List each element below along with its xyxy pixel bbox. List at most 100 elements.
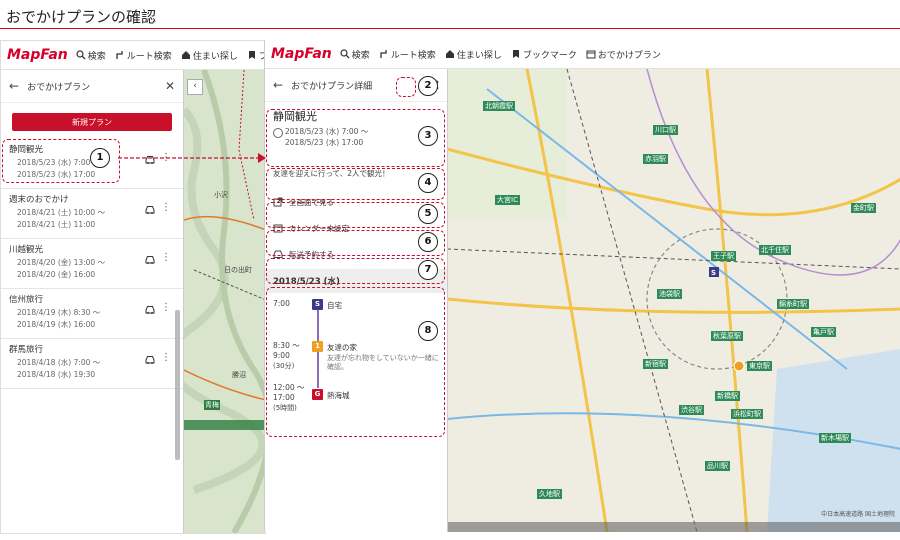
map-credit: 中日本高速道路 国土地理院 [821,511,895,518]
search-icon [340,49,350,59]
plan-end: 2018/4/19 (木) 16:00 [17,320,96,329]
back-arrow-icon[interactable]: ← [273,78,283,92]
more-menu-icon[interactable]: ⋮ [161,352,171,363]
nav-housing-label: 住まい探し [192,51,238,62]
more-menu-icon[interactable]: ⋮ [161,202,171,213]
calendar-icon [586,50,596,59]
terrain-label: 日の出町 [224,266,252,274]
mapfan-logo[interactable]: MapFan [271,46,332,62]
map-station-label: 秋葉原駅 [711,331,743,341]
car-icon[interactable] [145,305,155,314]
city-map[interactable]: S 北朝霞駅 赤羽駅 川口駅 大宮IC 王子駅 池袋駅 新宿駅 秋葉原駅 東京駅… [447,69,900,532]
city-map-graphic: S [447,69,900,532]
map-station-label: 北朝霞駅 [483,101,515,111]
map-bottom-bar [447,522,900,532]
nav-housing[interactable]: 住まい探し [181,49,238,62]
plan-end: 2018/4/21 (土) 11:00 [17,220,96,229]
terrain-label: 小沢 [214,191,228,199]
callout-number: 4 [418,173,438,193]
map-station-label: 亀戸駅 [811,327,836,337]
plan-list-title: おでかけプラン [27,82,91,93]
map-station-label: 浜松町駅 [731,409,763,419]
terrain-map-graphic [184,70,265,533]
plan-detail-title: おでかけプラン詳細 [291,81,373,92]
nav-route[interactable]: ルート検索 [115,49,172,62]
callout-number: 6 [418,232,438,252]
route-icon [380,50,387,58]
map-station-label: 北千住駅 [759,245,791,255]
map-station-label: 金町駅 [851,203,876,213]
nav-outing-plan[interactable]: おでかけプラン [586,48,661,61]
map-station-label: 新宿駅 [643,359,668,369]
bookmark-icon [248,51,255,59]
map-station-label: 大宮IC [495,195,520,205]
house-icon [445,50,454,58]
title-divider [0,28,900,29]
new-plan-button[interactable]: 新規プラン [12,113,172,131]
callout-number: 2 [418,76,438,96]
car-icon[interactable] [145,355,155,364]
nav-outing-plan-label: おでかけプラン [597,50,661,61]
map-station-label: 赤羽駅 [643,154,668,164]
plan-name: 群馬旅行 [9,345,44,355]
search-icon [76,50,86,60]
callout-box-share [396,77,416,97]
nav-bookmark[interactable]: ブックマーク [511,48,577,61]
callout-box-schedule [266,287,445,437]
route-icon [116,51,123,59]
map-station-label: 渋谷駅 [679,405,704,415]
callout-number: 8 [418,321,438,341]
car-icon[interactable] [145,255,155,264]
plan-end: 2018/4/20 (金) 16:00 [17,270,96,279]
map-station-label: 錦糸町駅 [777,299,809,309]
more-menu-icon[interactable]: ⋮ [161,302,171,313]
page-title: おでかけプランの確認 [6,8,157,26]
car-icon[interactable] [145,205,155,214]
plan-end: 2018/4/18 (水) 19:30 [17,370,96,379]
svg-text:S: S [711,269,716,277]
top-navigation: MapFan 検索 ルート検索 住まい探し ブックマーク おでかけプラン [265,40,900,69]
plan-item[interactable]: 週末のおでかけ 2018/4/21 (土) 10:00 ～ 2018/4/21 … [1,189,183,239]
nav-search[interactable]: 検索 [76,49,106,62]
map-station-label: 川口駅 [653,125,678,135]
more-menu-icon[interactable]: ⋮ [161,252,171,263]
house-icon [181,51,190,59]
nav-route-label: ルート検索 [126,51,172,62]
plan-list-header: ← おでかけプラン ✕ [1,70,183,103]
nav-search-label: 検索 [87,51,106,62]
callout-number: 3 [418,126,438,146]
map-station-label: 王子駅 [711,251,736,261]
terrain-map[interactable]: 小沢 日の出町 青梅 勝沼 [184,70,265,533]
nav-route[interactable]: ルート検索 [379,48,436,61]
plan-item[interactable]: 川越観光 2018/4/20 (金) 13:00 ～ 2018/4/20 (金)… [1,239,183,289]
collapse-panel-button[interactable]: ‹ [187,79,203,95]
map-station-label: 東京駅 [747,361,772,371]
terrain-label: 勝沼 [232,371,246,379]
map-station-label: 池袋駅 [657,289,682,299]
nav-route-label: ルート検索 [390,50,436,61]
nav-housing-label: 住まい探し [456,50,502,61]
nav-search[interactable]: 検索 [340,48,370,61]
terrain-label: 青梅 [204,400,220,410]
callout-number: 7 [418,260,438,280]
mapfan-logo[interactable]: MapFan [7,47,68,63]
plan-list-window: MapFan 検索 ルート検索 住まい探し ブックマーク 小沢 日の出町 青梅 … [0,40,266,534]
plan-item[interactable]: 群馬旅行 2018/4/18 (水) 7:00 ～ 2018/4/18 (水) … [1,339,183,389]
nav-housing[interactable]: 住まい探し [445,48,502,61]
nav-bookmark-label: ブックマーク [522,50,577,61]
scrollbar[interactable] [175,310,180,460]
plan-name: 川越観光 [9,245,44,255]
close-icon[interactable]: ✕ [165,79,175,93]
map-station-label: 久地駅 [537,489,562,499]
callout-arrow [118,153,266,163]
back-arrow-icon[interactable]: ← [9,79,19,93]
callout-number: 5 [418,204,438,224]
plan-name: 信州旅行 [9,295,44,305]
plan-name: 週末のおでかけ [9,195,69,205]
callout-number: 1 [90,148,110,168]
plan-item[interactable]: 信州旅行 2018/4/19 (木) 8:30 ～ 2018/4/19 (木) … [1,289,183,339]
map-station-label: 新木場駅 [819,433,851,443]
nav-search-label: 検索 [351,50,370,61]
map-station-label: 新橋駅 [715,391,740,401]
bookmark-icon [512,50,519,58]
